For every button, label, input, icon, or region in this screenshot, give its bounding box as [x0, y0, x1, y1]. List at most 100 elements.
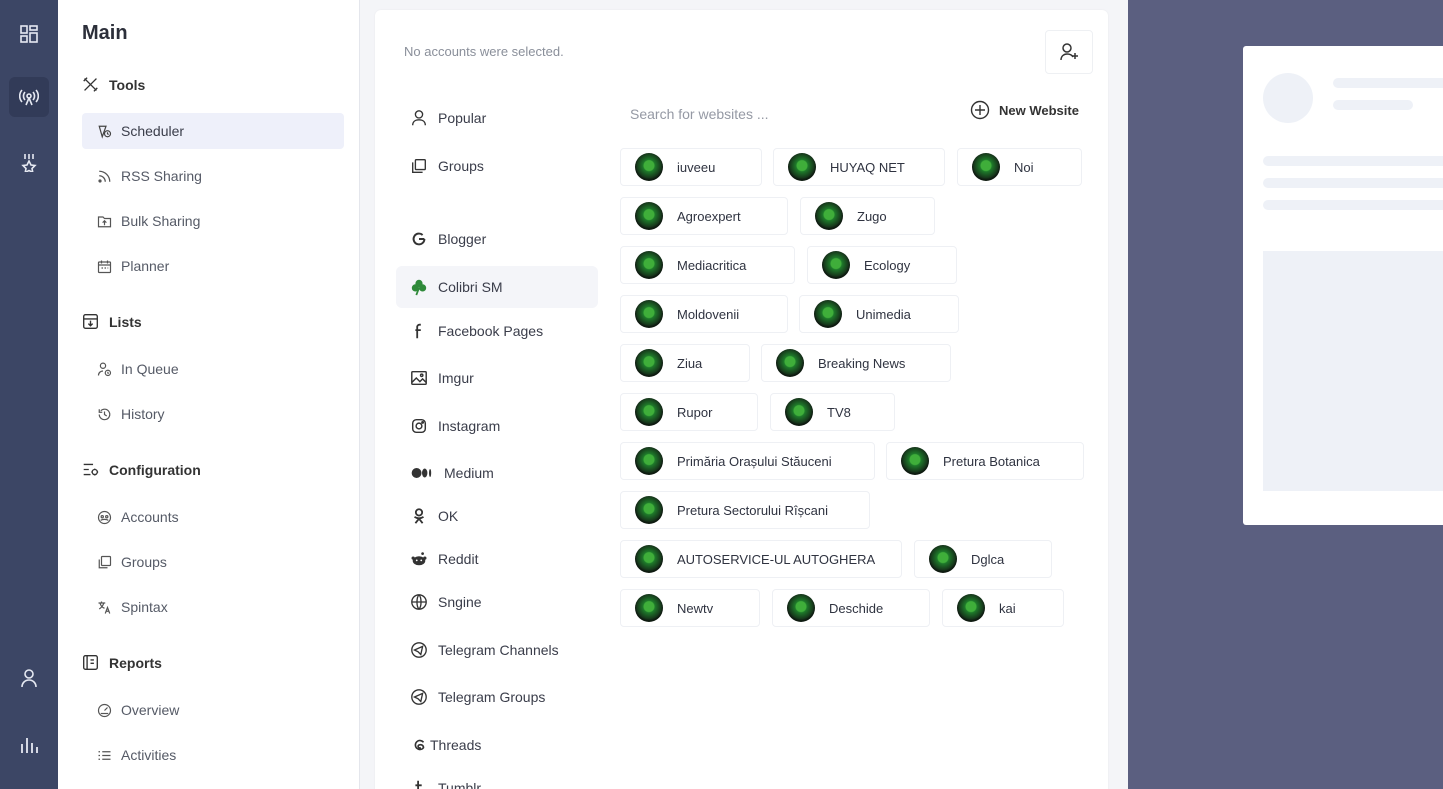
chart-icon[interactable]: [9, 725, 49, 765]
website-chip[interactable]: Ziua: [620, 344, 750, 382]
website-chip[interactable]: iuveeu: [620, 148, 762, 186]
award-icon[interactable]: [9, 142, 49, 182]
category-telegram-groups[interactable]: Telegram Groups: [396, 676, 598, 718]
scheduler-icon: [98, 125, 112, 139]
main-nav: Main Tools Scheduler RSS Sharing Bulk Sh…: [58, 0, 360, 789]
nav-item-bulk-sharing[interactable]: Bulk Sharing: [82, 203, 344, 239]
add-account-button[interactable]: [1045, 30, 1093, 74]
nav-item-activities[interactable]: Activities: [82, 737, 344, 773]
website-avatar: [635, 300, 663, 328]
website-chip[interactable]: Pretura Botanica: [886, 442, 1084, 480]
threads-icon: [414, 739, 425, 751]
nav-item-scheduler[interactable]: Scheduler: [82, 113, 344, 149]
category-medium[interactable]: Medium: [396, 452, 598, 494]
website-chip[interactable]: kai: [942, 589, 1064, 627]
category-tumblr[interactable]: Tumblr: [396, 767, 598, 789]
nav-item-overview[interactable]: Overview: [82, 692, 344, 728]
nav-item-spintax[interactable]: Spintax: [82, 589, 344, 625]
website-chip[interactable]: Newtv: [620, 589, 760, 627]
website-chip[interactable]: Ecology: [807, 246, 957, 284]
image-icon: [411, 370, 427, 386]
website-chip[interactable]: Moldovenii: [620, 295, 788, 333]
clover-icon: [411, 279, 427, 296]
category-telegram-channels[interactable]: Telegram Channels: [396, 629, 598, 671]
website-chip[interactable]: Rupor: [620, 393, 758, 431]
website-avatar: [635, 594, 663, 622]
broadcast-icon[interactable]: [9, 77, 49, 117]
category-reddit[interactable]: Reddit: [396, 538, 598, 580]
website-avatar: [635, 447, 663, 475]
nav-item-groups[interactable]: Groups: [82, 544, 344, 580]
website-chip[interactable]: Noi: [957, 148, 1082, 186]
dashboard-icon[interactable]: [9, 14, 49, 54]
website-avatar: [635, 398, 663, 426]
nav-item-rss-sharing[interactable]: RSS Sharing: [82, 158, 344, 194]
nav-title: Main: [82, 22, 128, 44]
facebook-icon: [415, 323, 421, 339]
website-avatar: [635, 349, 663, 377]
website-chip[interactable]: HUYAQ NET: [773, 148, 945, 186]
website-chip[interactable]: Primăria Orașului Stăuceni: [620, 442, 875, 480]
user-icon[interactable]: [9, 658, 49, 698]
copy-icon: [412, 159, 426, 173]
section-reports: Reports: [82, 654, 162, 671]
category-facebook-pages[interactable]: Facebook Pages: [396, 310, 598, 352]
category-colibri-sm[interactable]: Colibri SM: [396, 266, 598, 308]
tools-icon: [83, 77, 98, 92]
telegram-icon: [411, 689, 427, 705]
website-chip[interactable]: Dglca: [914, 540, 1052, 578]
section-lists: Lists: [82, 313, 142, 330]
website-chip[interactable]: AUTOSERVICE-UL AUTOGHERA: [620, 540, 902, 578]
website-avatar: [814, 300, 842, 328]
website-avatar: [815, 202, 843, 230]
website-chip[interactable]: Breaking News: [761, 344, 951, 382]
nav-item-planner[interactable]: Planner: [82, 248, 344, 284]
tumblr-icon: [415, 780, 422, 789]
website-avatar: [929, 545, 957, 573]
gauge-icon: [97, 703, 112, 717]
category-blogger[interactable]: Blogger: [396, 218, 598, 260]
website-search-input[interactable]: [630, 102, 950, 126]
category-sngine[interactable]: Sngine: [396, 581, 598, 623]
preview-skeleton: [1243, 46, 1443, 525]
website-avatar: [785, 398, 813, 426]
nav-item-in-queue[interactable]: In Queue: [82, 351, 344, 387]
history-icon: [98, 408, 111, 420]
no-accounts-text: No accounts were selected.: [404, 44, 564, 59]
medium-icon: [411, 468, 432, 478]
category-imgur[interactable]: Imgur: [396, 357, 598, 399]
category-instagram[interactable]: Instagram: [396, 405, 598, 447]
instagram-icon: [411, 418, 427, 434]
website-chip[interactable]: Mediacritica: [620, 246, 795, 284]
website-avatar: [635, 545, 663, 573]
report-icon: [83, 655, 98, 670]
category-ok[interactable]: OK: [396, 495, 598, 537]
website-avatar: [787, 594, 815, 622]
section-configuration: Configuration: [82, 461, 201, 478]
website-chip[interactable]: Zugo: [800, 197, 935, 235]
website-chip[interactable]: Pretura Sectorului Rîșcani: [620, 491, 870, 529]
website-avatar: [901, 447, 929, 475]
website-avatar: [635, 202, 663, 230]
website-chip[interactable]: Unimedia: [799, 295, 959, 333]
website-avatar: [788, 153, 816, 181]
website-chip[interactable]: Agroexpert: [620, 197, 788, 235]
new-website-button[interactable]: New Website: [970, 100, 1079, 120]
nav-item-history[interactable]: History: [82, 396, 344, 432]
copy-icon: [98, 555, 112, 568]
section-tools: Tools: [82, 76, 145, 93]
accounts-icon: [97, 510, 112, 524]
icon-rail: [0, 0, 58, 789]
category-popular[interactable]: Popular: [396, 97, 598, 139]
category-threads[interactable]: Threads: [396, 724, 598, 766]
user-plus-icon: [1060, 43, 1078, 61]
nav-item-accounts[interactable]: Accounts: [82, 499, 344, 535]
website-avatar: [972, 153, 1000, 181]
category-groups[interactable]: Groups: [396, 145, 598, 187]
website-chip[interactable]: Deschide: [772, 589, 930, 627]
website-chip[interactable]: TV8: [770, 393, 895, 431]
globe-icon: [411, 594, 427, 610]
list-icon: [98, 750, 111, 760]
google-icon: [412, 232, 426, 246]
calendar-icon: [97, 260, 112, 273]
